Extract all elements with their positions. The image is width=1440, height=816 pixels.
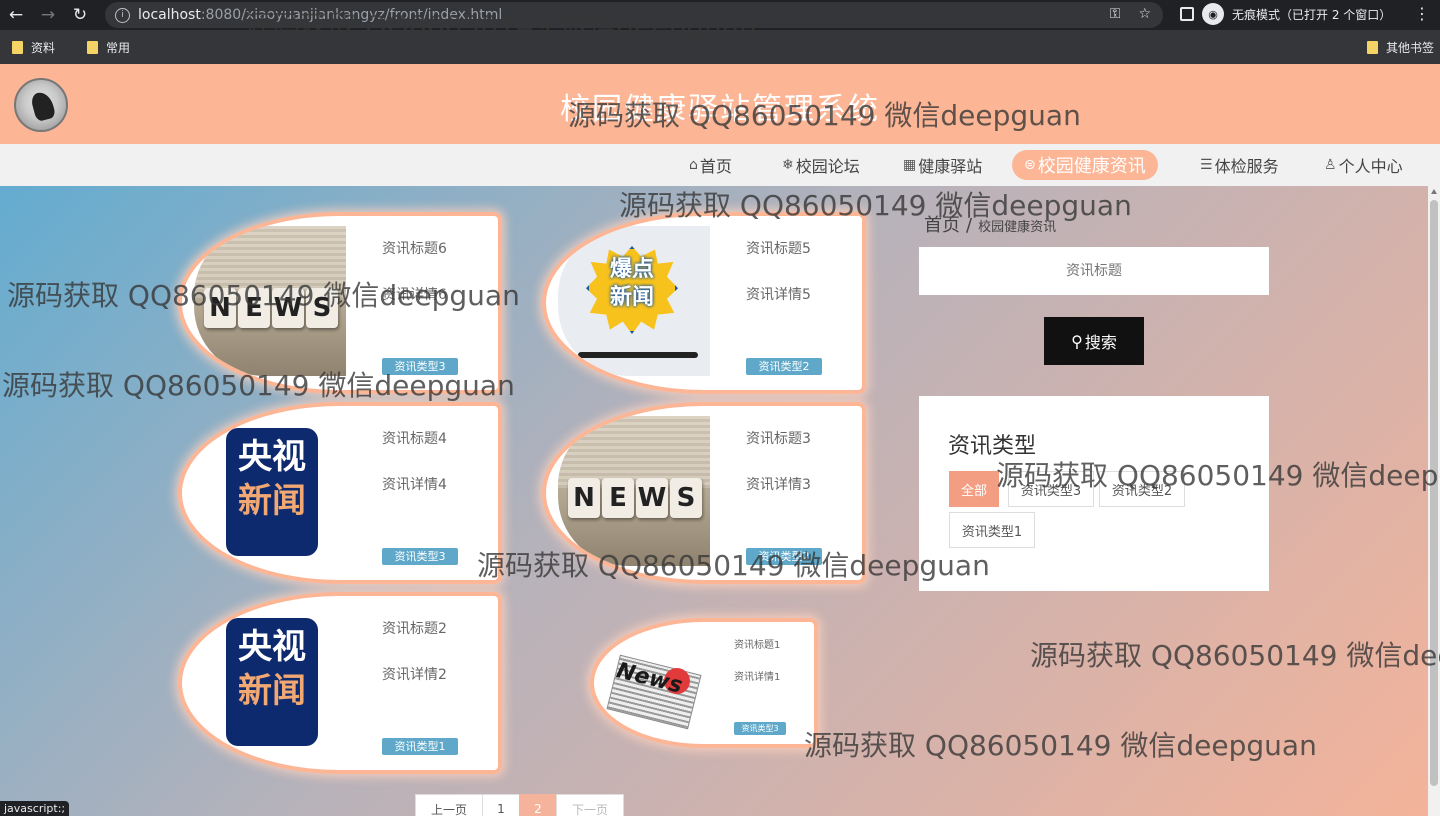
news-type-tag: 资讯类型1 xyxy=(382,738,458,755)
news-card[interactable]: 爆点 新闻 资讯标题5 资讯详情5 资讯类型2 xyxy=(542,212,866,394)
news-card[interactable]: 央视 新闻 资讯标题2 资讯详情2 资讯类型1 xyxy=(178,592,502,774)
news-icon: ⊜ xyxy=(1024,157,1036,173)
news-card[interactable]: N E W S 资讯标题6 资讯详情6 资讯类型3 xyxy=(178,212,502,394)
news-type-tag: 资讯类型3 xyxy=(382,548,458,565)
folder-icon xyxy=(1366,41,1378,54)
incognito-label: 无痕模式（已打开 2 个窗口） xyxy=(1232,7,1392,22)
type-filter-option[interactable]: 资讯类型2 xyxy=(1099,471,1185,507)
bookmark-folder[interactable]: 资料 xyxy=(12,39,55,56)
grid-icon: ▦ xyxy=(903,157,917,173)
news-detail: 资讯详情6 xyxy=(382,287,447,303)
nav-health-news[interactable]: ⊜ 校园健康资讯 xyxy=(1012,150,1158,180)
address-bar[interactable]: i localhost:8080/xiaoyuanjiankangyz/fron… xyxy=(105,2,1163,28)
type-filter-panel: 资讯类型 全部 资讯类型3 资讯类型2 资讯类型1 xyxy=(919,396,1269,591)
type-filter-option[interactable]: 资讯类型3 xyxy=(1008,471,1094,507)
news-thumbnail: N E W S xyxy=(194,226,346,376)
news-title: 资讯标题6 xyxy=(382,241,447,257)
news-card[interactable]: N E W S 资讯标题3 资讯详情3 资讯类型2 xyxy=(542,402,866,584)
user-icon: ♙ xyxy=(1324,157,1337,173)
nav-home[interactable]: ⌂ 首页 xyxy=(689,150,732,180)
menu-icon[interactable]: ⋮ xyxy=(1414,4,1430,23)
search-input[interactable] xyxy=(919,247,1269,295)
news-thumbnail: N E W S xyxy=(558,416,710,566)
other-bookmarks[interactable]: 其他书签 xyxy=(1366,39,1434,56)
news-detail: 资讯详情5 xyxy=(746,287,811,303)
news-detail: 资讯详情4 xyxy=(382,477,447,493)
type-filter-option[interactable]: 资讯类型1 xyxy=(949,512,1035,548)
search-icon: ⚲ xyxy=(1071,331,1083,351)
url-path: :8080/xiaoyuanjiankangyz/front/index.htm… xyxy=(200,7,503,23)
news-title: 资讯标题3 xyxy=(746,431,811,447)
site-header: 校园健康驿站管理系统 xyxy=(0,64,1440,144)
type-filter-all[interactable]: 全部 xyxy=(949,471,999,507)
news-type-tag: 资讯类型3 xyxy=(734,722,786,735)
news-type-tag: 资讯类型2 xyxy=(746,358,822,375)
news-card[interactable]: 央视 新闻 资讯标题4 资讯详情4 资讯类型3 xyxy=(178,402,502,584)
nav-forum[interactable]: ❄ 校园论坛 xyxy=(782,150,860,180)
search-button[interactable]: ⚲ 搜索 xyxy=(1044,317,1144,365)
news-detail: 资讯详情2 xyxy=(382,667,447,683)
page-button-current[interactable]: 2 xyxy=(519,794,557,816)
breadcrumb-current: 校园健康资讯 xyxy=(978,220,1057,235)
news-detail: 资讯详情3 xyxy=(746,477,811,493)
star-icon[interactable]: ☆ xyxy=(1138,6,1151,22)
news-type-tag: 资讯类型2 xyxy=(746,548,822,565)
type-filter-heading: 资讯类型 xyxy=(948,434,1037,459)
bookmarks-bar: 资料 常用 其他书签 xyxy=(0,30,1440,64)
news-thumbnail: 央视 新闻 xyxy=(194,606,346,756)
news-thumbnail: News xyxy=(602,642,706,738)
news-title: 资讯标题1 xyxy=(734,640,781,651)
main-nav: ⌂ 首页 ❄ 校园论坛 ▦ 健康驿站 ⊜ 校园健康资讯 ☰ 体检服务 ♙ 个人中心 xyxy=(0,144,1440,186)
news-thumbnail: 爆点 新闻 xyxy=(558,226,710,376)
news-title: 资讯标题4 xyxy=(382,431,447,447)
news-thumbnail: 央视 新闻 xyxy=(194,416,346,566)
info-icon[interactable]: i xyxy=(115,7,130,23)
breadcrumb: 首页 / 校园健康资讯 xyxy=(924,215,1057,236)
browser-toolbar: ← → ↻ i localhost:8080/xiaoyuanjiankangy… xyxy=(0,0,1440,30)
news-card[interactable]: News 资讯标题1 资讯详情1 资讯类型3 xyxy=(590,618,818,748)
key-icon[interactable]: ⚿ xyxy=(1110,6,1121,22)
prev-page-button[interactable]: 上一页 xyxy=(415,794,483,816)
status-bar: javascript:; xyxy=(0,801,70,816)
incognito-indicator[interactable]: ◉ 无痕模式（已打开 2 个窗口） xyxy=(1180,3,1391,25)
pagination: 上一页 1 2 下一页 xyxy=(415,794,624,816)
incognito-icon: ◉ xyxy=(1202,3,1224,25)
scrollbar[interactable] xyxy=(1428,186,1440,816)
snowflake-icon: ❄ xyxy=(782,157,794,173)
nav-health-station[interactable]: ▦ 健康驿站 xyxy=(903,150,982,180)
page-button[interactable]: 1 xyxy=(482,794,520,816)
site-title: 校园健康驿站管理系统 xyxy=(560,92,880,127)
news-detail: 资讯详情1 xyxy=(734,672,781,683)
breadcrumb-home[interactable]: 首页 xyxy=(924,215,960,236)
news-title: 资讯标题5 xyxy=(746,241,811,257)
back-icon[interactable]: ← xyxy=(0,0,32,30)
home-icon: ⌂ xyxy=(689,157,698,173)
nav-checkup[interactable]: ☰ 体检服务 xyxy=(1200,150,1279,180)
nav-profile[interactable]: ♙ 个人中心 xyxy=(1324,150,1403,180)
news-title: 资讯标题2 xyxy=(382,621,447,637)
scrollbar-thumb[interactable] xyxy=(1430,200,1438,786)
folder-icon xyxy=(87,40,99,54)
next-page-button[interactable]: 下一页 xyxy=(556,794,624,816)
forward-icon[interactable]: → xyxy=(32,0,64,30)
news-type-tag: 资讯类型3 xyxy=(382,358,458,375)
side-panel-icon[interactable] xyxy=(1180,7,1194,21)
folder-icon xyxy=(12,40,23,54)
url-host: localhost xyxy=(138,7,201,23)
reload-icon[interactable]: ↻ xyxy=(64,0,96,30)
sliders-icon: ☰ xyxy=(1200,157,1213,173)
bookmark-folder[interactable]: 常用 xyxy=(87,39,130,56)
